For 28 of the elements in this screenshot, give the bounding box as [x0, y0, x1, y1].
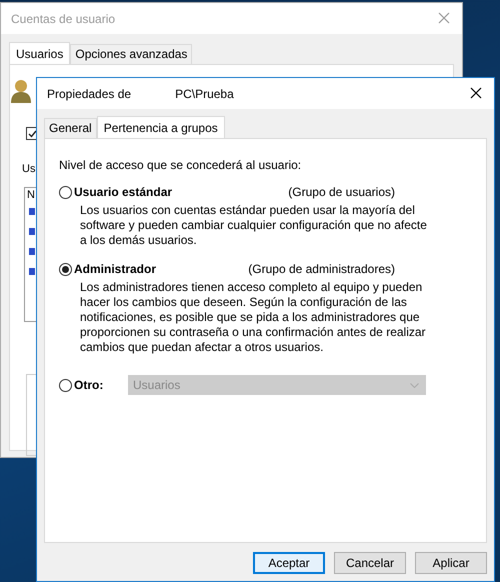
radio-button[interactable]: [59, 186, 72, 198]
group-label: (Grupo de usuarios): [288, 185, 395, 199]
option-label[interactable]: Administrador: [74, 262, 156, 276]
section-label: Us: [22, 163, 36, 175]
chevron-icon: [410, 382, 419, 388]
tab[interactable]: Opciones avanzadas: [70, 44, 192, 64]
tab[interactable]: Pertenencia a grupos: [96, 116, 225, 138]
dialog-button[interactable]: Aceptar: [253, 552, 325, 574]
user-icon: [29, 208, 35, 215]
radio-button[interactable]: [59, 262, 72, 276]
tab[interactable]: Usuarios: [9, 42, 70, 64]
option-description: Los usuarios con cuentas estándar pueden usar la mayoría del software y pueden cambiar cualquier configuración que no afecte a los demás usuarios.: [80, 203, 428, 248]
user-name: PC\Prueba: [175, 86, 234, 100]
user-icon: [29, 228, 35, 235]
close-icon[interactable]: [470, 87, 482, 99]
prompt-text: Nivel de acceso que se concederá al usuario:: [59, 158, 302, 172]
dialog-button[interactable]: Aplicar: [415, 552, 487, 574]
window-title: Cuentas de usuario: [11, 12, 116, 26]
dialog-button[interactable]: Cancelar: [334, 552, 406, 574]
group-label: (Grupo de administradores): [248, 262, 395, 276]
user-icon: [29, 248, 35, 255]
option-description: Los administradores tienen acceso completo al equipo y pueden hacer los cambios que deseen. Según la configuración de las notificaciones, es posible que se pida a los administradores que proporcionen su contraseña o una confirmación antes de realizar cambios que puedan afectar a otros usuarios.: [80, 280, 427, 355]
window-title: Propiedades de: [47, 86, 132, 100]
tab[interactable]: General: [44, 118, 97, 138]
option-label[interactable]: Usuario estándar: [74, 185, 172, 199]
user-icon: [29, 268, 35, 275]
column-header: N: [27, 189, 35, 201]
users-icon: [10, 79, 32, 103]
